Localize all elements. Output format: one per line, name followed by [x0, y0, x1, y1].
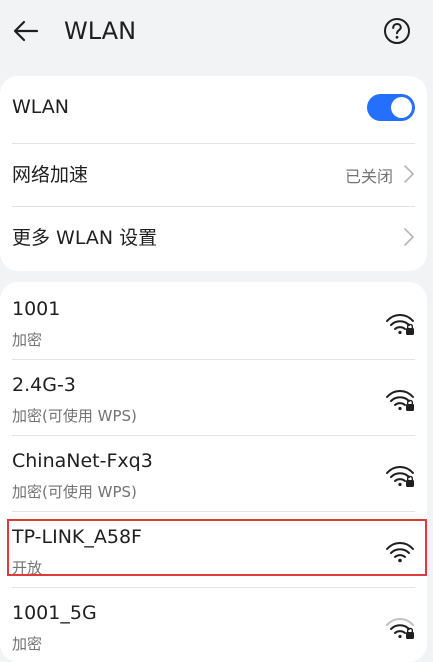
network-acceleration-row[interactable]: 网络加速 已关闭: [12, 156, 415, 186]
wlan-toggle-row[interactable]: WLAN: [12, 92, 415, 122]
wlan-toggle-switch[interactable]: [367, 94, 415, 121]
network-item[interactable]: TP-LINK_A58F 开放: [12, 524, 415, 580]
divider: [12, 206, 415, 207]
wifi-locked-icon: [386, 390, 414, 411]
available-networks-card: 1001 加密 2.4G-3 加密(可使用 WPS) ChinaNet-Fxq3…: [0, 282, 427, 662]
toggle-knob: [391, 97, 412, 118]
help-circle-icon[interactable]: [383, 17, 411, 45]
top-bar: WLAN: [0, 0, 433, 62]
network-name: 2.4G-3: [12, 374, 76, 396]
divider: [12, 359, 415, 360]
network-security-status: 加密: [12, 635, 43, 653]
wifi-locked-icon: [386, 314, 414, 335]
wifi-locked-weak-icon: [386, 618, 414, 639]
back-arrow-icon[interactable]: [12, 17, 40, 45]
network-acceleration-label: 网络加速: [12, 164, 89, 186]
network-security-status: 加密(可使用 WPS): [12, 407, 137, 425]
network-item[interactable]: 1001_5G 加密: [12, 600, 415, 656]
network-acceleration-value: 已关闭: [344, 167, 393, 186]
network-item[interactable]: 2.4G-3 加密(可使用 WPS): [12, 372, 415, 428]
wifi-locked-icon: [386, 466, 414, 487]
wifi-open-icon: [386, 542, 414, 563]
network-item[interactable]: 1001 加密: [12, 296, 415, 352]
more-wlan-settings-label: 更多 WLAN 设置: [12, 227, 158, 249]
network-security-status: 开放: [12, 559, 43, 577]
more-wlan-settings-row[interactable]: 更多 WLAN 设置: [12, 219, 415, 249]
network-name: ChinaNet-Fxq3: [12, 450, 153, 472]
divider: [12, 511, 415, 512]
chevron-right-icon: [404, 165, 414, 183]
divider: [12, 435, 415, 436]
divider: [12, 143, 415, 144]
network-name: 1001_5G: [12, 602, 97, 624]
network-item[interactable]: ChinaNet-Fxq3 加密(可使用 WPS): [12, 448, 415, 504]
network-name: 1001: [12, 298, 61, 320]
wlan-label: WLAN: [12, 96, 70, 118]
network-security-status: 加密: [12, 331, 43, 349]
network-security-status: 加密(可使用 WPS): [12, 483, 137, 501]
page-title: WLAN: [64, 17, 137, 45]
chevron-right-icon: [404, 228, 414, 246]
wlan-settings-card: WLAN 网络加速 已关闭 更多 WLAN 设置: [0, 76, 427, 271]
divider: [12, 587, 415, 588]
network-name: TP-LINK_A58F: [12, 526, 142, 548]
